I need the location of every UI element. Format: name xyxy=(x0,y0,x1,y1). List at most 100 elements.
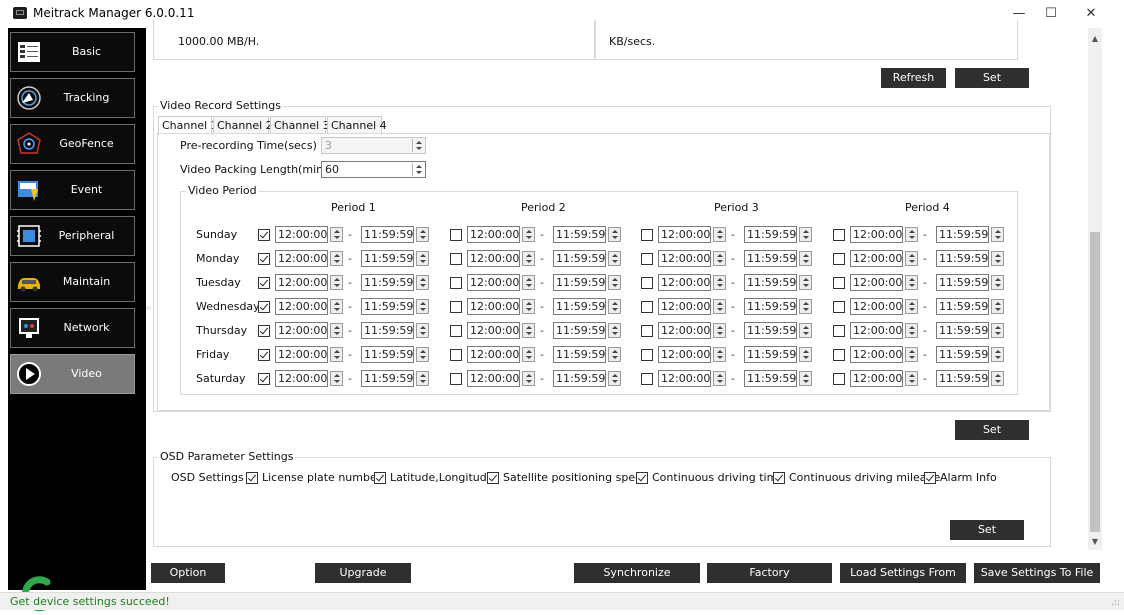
start-time-field[interactable]: 12:00:00 xyxy=(658,346,711,363)
sidebar-item-network[interactable]: Network xyxy=(10,308,135,348)
osd-option-checkbox[interactable] xyxy=(246,472,258,484)
end-time-field[interactable]: 11:59:59 xyxy=(744,274,797,291)
time-spin-icon[interactable] xyxy=(522,347,535,362)
start-time-field[interactable]: 12:00:00 xyxy=(658,322,711,339)
end-time-field[interactable]: 11:59:59 xyxy=(936,370,989,387)
start-time-field[interactable]: 12:00:00 xyxy=(467,274,520,291)
set-button-osd[interactable]: Set xyxy=(950,520,1024,540)
osd-option-checkbox[interactable] xyxy=(924,472,936,484)
sidebar-item-maintain[interactable]: Maintain xyxy=(10,262,135,302)
end-time-field[interactable]: 11:59:59 xyxy=(936,298,989,315)
time-spin-icon[interactable] xyxy=(799,251,812,266)
time-spin-icon[interactable] xyxy=(905,275,918,290)
end-time-field[interactable]: 11:59:59 xyxy=(553,346,606,363)
synchronize-parameters-button[interactable]: Synchronize Parameters xyxy=(574,563,700,599)
upgrade-button[interactable]: Upgrade xyxy=(315,563,411,583)
period-enable-checkbox[interactable] xyxy=(641,349,653,361)
end-time-field[interactable]: 11:59:59 xyxy=(936,346,989,363)
time-spin-icon[interactable] xyxy=(713,299,726,314)
time-spin-icon[interactable] xyxy=(608,323,621,338)
start-time-field[interactable]: 12:00:00 xyxy=(467,250,520,267)
end-time-field[interactable]: 11:59:59 xyxy=(553,370,606,387)
period-enable-checkbox[interactable] xyxy=(833,325,845,337)
end-time-field[interactable]: 11:59:59 xyxy=(936,250,989,267)
end-time-field[interactable]: 11:59:59 xyxy=(744,226,797,243)
period-enable-checkbox[interactable] xyxy=(450,253,462,265)
start-time-field[interactable]: 12:00:00 xyxy=(658,250,711,267)
end-time-field[interactable]: 11:59:59 xyxy=(361,250,414,267)
spin-arrows-icon[interactable] xyxy=(412,163,424,176)
start-time-field[interactable]: 12:00:00 xyxy=(658,298,711,315)
set-button-video[interactable]: Set xyxy=(955,420,1029,440)
tab-channel-2[interactable]: Channel 2 xyxy=(213,116,273,134)
end-time-field[interactable]: 11:59:59 xyxy=(553,322,606,339)
time-spin-icon[interactable] xyxy=(905,227,918,242)
time-spin-icon[interactable] xyxy=(713,323,726,338)
period-enable-checkbox[interactable] xyxy=(258,253,270,265)
end-time-field[interactable]: 11:59:59 xyxy=(361,370,414,387)
time-spin-icon[interactable] xyxy=(522,275,535,290)
start-time-field[interactable]: 12:00:00 xyxy=(850,322,903,339)
period-enable-checkbox[interactable] xyxy=(258,229,270,241)
period-enable-checkbox[interactable] xyxy=(641,277,653,289)
sidebar-item-tracking[interactable]: Tracking xyxy=(10,78,135,118)
spin-arrows-icon[interactable] xyxy=(412,139,424,152)
period-enable-checkbox[interactable] xyxy=(450,229,462,241)
option-button[interactable]: Option xyxy=(151,563,225,583)
end-time-field[interactable]: 11:59:59 xyxy=(361,274,414,291)
start-time-field[interactable]: 12:00:00 xyxy=(275,298,328,315)
time-spin-icon[interactable] xyxy=(416,275,429,290)
time-spin-icon[interactable] xyxy=(799,371,812,386)
end-time-field[interactable]: 11:59:59 xyxy=(936,274,989,291)
start-time-field[interactable]: 12:00:00 xyxy=(275,226,328,243)
period-enable-checkbox[interactable] xyxy=(833,301,845,313)
time-spin-icon[interactable] xyxy=(905,347,918,362)
osd-option-checkbox[interactable] xyxy=(487,472,499,484)
end-time-field[interactable]: 11:59:59 xyxy=(936,226,989,243)
collapse-sidebar-button[interactable]: « xyxy=(145,301,152,314)
time-spin-icon[interactable] xyxy=(608,299,621,314)
start-time-field[interactable]: 12:00:00 xyxy=(467,370,520,387)
time-spin-icon[interactable] xyxy=(608,227,621,242)
end-time-field[interactable]: 11:59:59 xyxy=(744,370,797,387)
time-spin-icon[interactable] xyxy=(330,251,343,266)
time-spin-icon[interactable] xyxy=(905,323,918,338)
end-time-field[interactable]: 11:59:59 xyxy=(936,322,989,339)
scroll-thumb[interactable] xyxy=(1090,232,1100,532)
period-enable-checkbox[interactable] xyxy=(641,253,653,265)
tab-channel-4[interactable]: Channel 4 xyxy=(327,116,387,134)
period-enable-checkbox[interactable] xyxy=(833,253,845,265)
time-spin-icon[interactable] xyxy=(330,227,343,242)
time-spin-icon[interactable] xyxy=(799,323,812,338)
start-time-field[interactable]: 12:00:00 xyxy=(275,322,328,339)
time-spin-icon[interactable] xyxy=(991,299,1004,314)
time-spin-icon[interactable] xyxy=(522,371,535,386)
sidebar-item-video[interactable]: Video xyxy=(10,354,135,394)
start-time-field[interactable]: 12:00:00 xyxy=(850,346,903,363)
end-time-field[interactable]: 11:59:59 xyxy=(744,250,797,267)
prerecord-spinbox[interactable]: 3 xyxy=(321,137,426,154)
time-spin-icon[interactable] xyxy=(799,227,812,242)
period-enable-checkbox[interactable] xyxy=(450,349,462,361)
time-spin-icon[interactable] xyxy=(522,251,535,266)
osd-option-checkbox[interactable] xyxy=(773,472,785,484)
time-spin-icon[interactable] xyxy=(416,251,429,266)
time-spin-icon[interactable] xyxy=(713,347,726,362)
start-time-field[interactable]: 12:00:00 xyxy=(850,370,903,387)
sidebar-item-geofence[interactable]: GeoFence xyxy=(10,124,135,164)
maximize-button[interactable]: ☐ xyxy=(1036,4,1066,24)
period-enable-checkbox[interactable] xyxy=(641,373,653,385)
time-spin-icon[interactable] xyxy=(905,251,918,266)
factory-button[interactable]: Factory xyxy=(707,563,832,583)
save-settings-button[interactable]: Save Settings To File xyxy=(974,563,1100,583)
time-spin-icon[interactable] xyxy=(905,371,918,386)
time-spin-icon[interactable] xyxy=(608,275,621,290)
sidebar-item-basic[interactable]: Basic xyxy=(10,32,135,72)
start-time-field[interactable]: 12:00:00 xyxy=(275,346,328,363)
time-spin-icon[interactable] xyxy=(905,299,918,314)
period-enable-checkbox[interactable] xyxy=(258,349,270,361)
period-enable-checkbox[interactable] xyxy=(833,349,845,361)
time-spin-icon[interactable] xyxy=(991,371,1004,386)
start-time-field[interactable]: 12:00:00 xyxy=(658,274,711,291)
time-spin-icon[interactable] xyxy=(330,299,343,314)
